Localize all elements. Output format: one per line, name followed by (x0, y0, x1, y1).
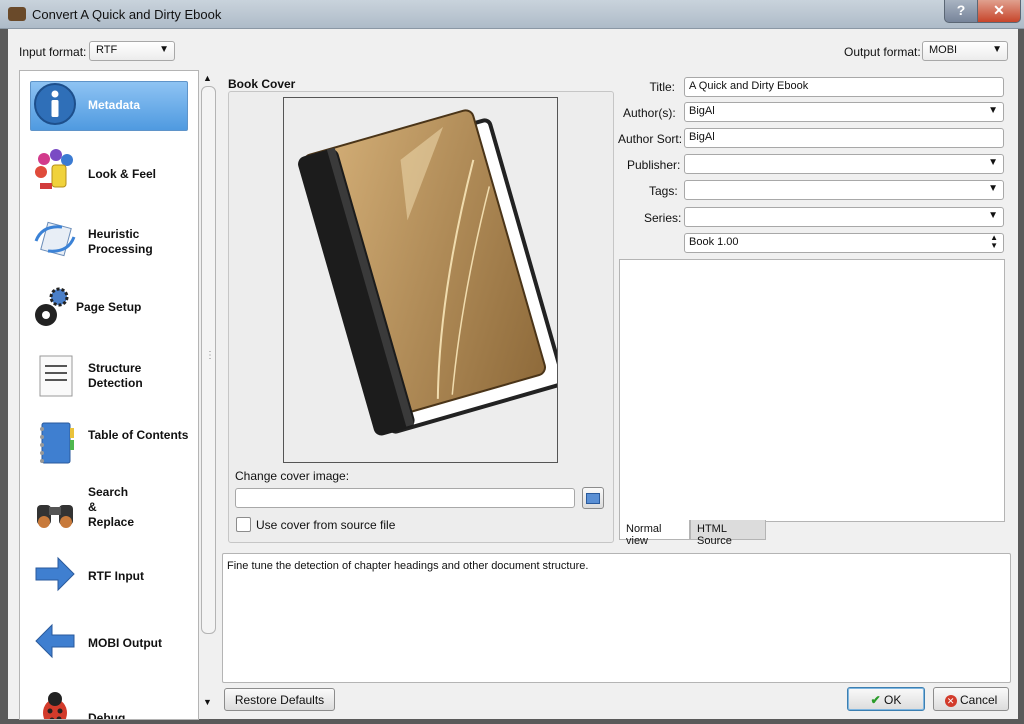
cancel-label: Cancel (959, 693, 998, 707)
gears-icon (35, 287, 69, 326)
sidebar-item-label: Metadata (88, 98, 141, 112)
sidebar-item-look-feel[interactable]: Look & Feel (20, 141, 198, 201)
spin-arrows-icon[interactable]: ▲ ▼ (990, 234, 998, 250)
authors-value: BigAl (689, 105, 715, 117)
arrow-right-icon (35, 556, 75, 592)
chevron-down-icon: ▼ (988, 157, 998, 168)
authors-label: Author(s): (623, 106, 676, 120)
series-index-value: Book 1.00 (689, 236, 739, 248)
sidebar-item-label: Table of Contents (88, 428, 189, 442)
sidebar-item-page-setup[interactable]: Page Setup (20, 279, 198, 339)
output-format-label: Output format: (844, 45, 921, 59)
sidebar-item-label: Search & Replace (88, 485, 135, 529)
tab-normal-view[interactable]: Normal view (619, 520, 690, 547)
sidebar-item-search-replace[interactable]: Search & Replace (20, 483, 198, 543)
heuristic-icon (34, 221, 76, 257)
sidebar-item-label: Debug (88, 711, 126, 720)
title-label: Title: (649, 80, 675, 94)
publisher-label: Publisher: (627, 158, 681, 172)
close-button[interactable]: ✕ (977, 0, 1021, 23)
series-select[interactable]: ▼ (684, 207, 1004, 227)
scroll-down-icon[interactable]: ▼ (203, 697, 212, 707)
binoculars-icon (37, 505, 73, 528)
sidebar-item-label: Look & Feel (88, 167, 157, 181)
bug-icon (43, 692, 67, 719)
checkmark-icon: ✔ (870, 693, 881, 707)
sidebar-item-label: MOBI Output (88, 636, 162, 650)
window-title: Convert A Quick and Dirty Ebook (32, 7, 222, 22)
input-format-value: RTF (96, 44, 118, 56)
title-bar: Convert A Quick and Dirty Ebook ? ✕ (0, 0, 1024, 29)
splitter-handle[interactable]: ⋮ (205, 350, 215, 361)
sidebar-item-debug[interactable]: Debug (20, 681, 198, 720)
chevron-down-icon: ▼ (988, 210, 998, 221)
notebook-icon (40, 422, 74, 464)
book-icon (298, 109, 566, 436)
output-format-select[interactable]: MOBI ▼ (922, 41, 1008, 61)
series-index-spinbox[interactable]: Book 1.00 ▲ ▼ (684, 233, 1004, 253)
sidebar-item-table-of-contents[interactable]: Table of Contents (20, 414, 198, 474)
tags-label: Tags: (649, 184, 678, 198)
sidebar-item-structure-detection[interactable]: Structure Detection (20, 347, 198, 407)
sidebar-item-label: RTF Input (88, 569, 144, 583)
browse-cover-button[interactable] (582, 487, 604, 509)
sidebar-item-mobi-output[interactable]: MOBI Output (20, 612, 198, 672)
book-cover-heading: Book Cover (228, 77, 296, 91)
scroll-up-icon[interactable]: ▲ (203, 73, 212, 83)
sidebar-item-rtf-input[interactable]: RTF Input (20, 545, 198, 605)
chevron-down-icon: ▼ (992, 44, 1002, 55)
output-format-value: MOBI (929, 44, 958, 56)
arrow-left-icon (35, 623, 75, 659)
author-sort-input[interactable]: BigAl (684, 128, 1004, 148)
series-label: Series: (644, 211, 682, 225)
publisher-select[interactable]: ▼ (684, 154, 1004, 174)
description-text: Fine tune the detection of chapter headi… (227, 560, 589, 572)
use-cover-label: Use cover from source file (256, 518, 396, 532)
chevron-down-icon: ▼ (988, 183, 998, 194)
app-icon (8, 7, 26, 21)
use-cover-checkbox[interactable] (236, 517, 251, 532)
ok-button[interactable]: ✔ OK (847, 687, 925, 711)
sidebar-item-metadata[interactable]: Metadata (20, 75, 198, 135)
sidebar-item-label: Structure Detection (88, 361, 143, 390)
input-format-select[interactable]: RTF ▼ (89, 41, 175, 61)
info-icon (34, 83, 76, 125)
cancel-button[interactable]: ✕ Cancel (933, 687, 1009, 711)
cancel-icon: ✕ (944, 695, 957, 707)
input-format-label: Input format: (19, 45, 87, 59)
document-icon (39, 355, 73, 397)
sidebar-item-heuristic-processing[interactable]: Heuristic Processing (20, 209, 198, 269)
ok-label: OK (884, 693, 902, 707)
cover-image[interactable] (283, 97, 566, 463)
author-sort-label: Author Sort: (618, 132, 683, 146)
cover-path-input[interactable] (235, 488, 575, 508)
change-cover-label: Change cover image: (235, 469, 350, 483)
chevron-down-icon: ▼ (988, 105, 998, 116)
sidebar: Metadata Look & Feel Heuristic Processin… (19, 70, 199, 720)
comments-editor[interactable] (619, 259, 1005, 522)
tags-select[interactable]: ▼ (684, 180, 1004, 200)
folder-icon (586, 493, 600, 504)
chevron-down-icon: ▼ (159, 44, 169, 55)
sidebar-item-label: Heuristic Processing (88, 227, 153, 256)
tab-html-source[interactable]: HTML Source (690, 520, 766, 547)
palette-icon (35, 149, 73, 189)
sidebar-item-label: Page Setup (76, 300, 142, 314)
help-button[interactable]: ? (944, 0, 978, 23)
title-input[interactable]: A Quick and Dirty Ebook (684, 77, 1004, 97)
authors-select[interactable]: BigAl ▼ (684, 102, 1004, 122)
restore-defaults-button[interactable]: Restore Defaults (224, 688, 335, 711)
help-description: Fine tune the detection of chapter headi… (222, 553, 1011, 683)
